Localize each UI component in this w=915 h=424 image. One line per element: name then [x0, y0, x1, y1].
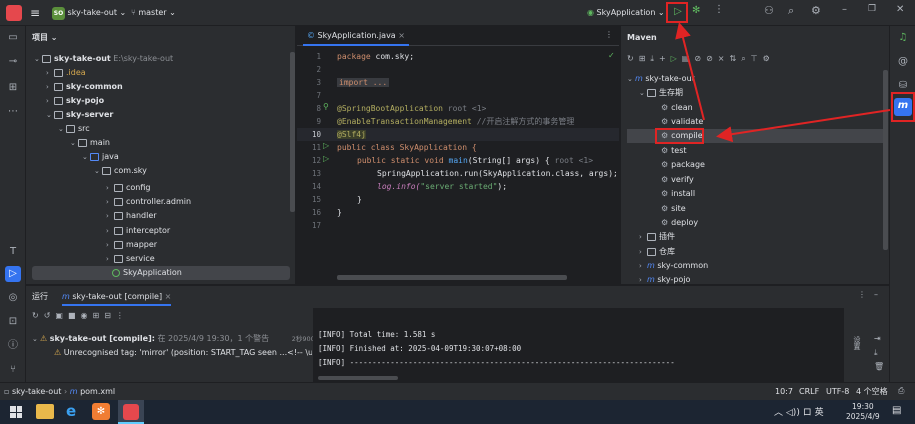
- run-toolbar: ↻↺▣■◉⊞⊟⋮: [32, 311, 129, 320]
- intellij-icon: [123, 404, 139, 420]
- more-icon[interactable]: ⋮: [116, 311, 129, 320]
- console-actions: ⇥ ⤓ 🗑: [874, 332, 884, 374]
- warning-icon: ⚠: [40, 334, 48, 343]
- input-language[interactable]: 英: [815, 408, 824, 418]
- run-warning-row[interactable]: ⚠ Unrecognised tag: 'mirror' (position: …: [54, 346, 312, 360]
- run-task-row[interactable]: ⌄ ⚠ sky-take-out [compile]: 在 2025/4/9 19…: [32, 332, 328, 346]
- console-line: [INFO] Total time: 1.581 s: [318, 330, 436, 339]
- windows-taskbar: e ✻ ︿ ◁)) ロ 英 19:30 2025/4/9 ▤: [0, 400, 915, 424]
- view-icon[interactable]: ◉: [81, 311, 93, 320]
- line-separator[interactable]: CRLF: [799, 385, 819, 399]
- ime-mode-icon[interactable]: ロ: [803, 408, 812, 418]
- run-tab-compile[interactable]: m sky-take-out [compile] ×: [62, 290, 172, 306]
- console-line: [INFO] Finished at: 2025-04-09T19:30:07+…: [318, 344, 522, 353]
- status-bar: ▫ sky-take-out › m pom.xml 10:7 CRLF UTF…: [0, 382, 915, 400]
- intellij-taskbar-item[interactable]: [118, 400, 144, 424]
- clock-date: 2025/4/9: [846, 412, 880, 421]
- tray-overflow-icon[interactable]: ︿: [774, 408, 783, 418]
- toggle-tree-icon[interactable]: ▣: [55, 311, 68, 320]
- arrow-to-run-button: [675, 22, 705, 121]
- console-line: [INFO] ---------------------------------…: [318, 358, 675, 367]
- edge-browser-icon[interactable]: e: [66, 402, 76, 420]
- clock-time: 19:30: [852, 402, 874, 411]
- caret-position[interactable]: 10:7: [775, 385, 793, 399]
- run-header: 运行 m sky-take-out [compile] × ⋮ –: [26, 286, 889, 306]
- file-explorer-icon[interactable]: [36, 404, 54, 419]
- windows-start-icon[interactable]: [10, 406, 22, 418]
- module-icon: ▫: [4, 387, 10, 396]
- scroll-end-icon[interactable]: ⤓: [874, 346, 884, 360]
- tray-icons: ︿ ◁)) ロ 英: [774, 405, 824, 418]
- console-h-scrollbar[interactable]: [318, 376, 398, 380]
- maven-module-icon: m: [62, 292, 70, 301]
- console-side-label[interactable]: 设置: [852, 336, 862, 350]
- clock[interactable]: 19:30 2025/4/9: [846, 402, 880, 422]
- arrow-to-compile: [716, 109, 891, 143]
- run-panel: 运行 m sky-take-out [compile] × ⋮ – ↻↺▣■◉⊞…: [26, 285, 889, 383]
- volume-icon[interactable]: ◁)): [786, 408, 800, 418]
- lock-icon[interactable]: ⎙: [898, 386, 904, 396]
- file-encoding[interactable]: UTF-8: [826, 385, 849, 399]
- xampp-icon[interactable]: ✻: [92, 403, 110, 420]
- rerun-failed-icon[interactable]: ↺: [44, 311, 56, 320]
- run-more-icon[interactable]: ⋮: [858, 290, 866, 299]
- notification-center-icon[interactable]: ▤: [892, 405, 901, 416]
- tab-close-icon[interactable]: ×: [165, 292, 172, 301]
- maven-file-icon: m: [69, 387, 78, 396]
- status-breadcrumb[interactable]: ▫ sky-take-out › m pom.xml: [4, 385, 115, 399]
- rerun-icon[interactable]: ↻: [32, 311, 44, 320]
- filter-icon[interactable]: ⊞: [93, 311, 105, 320]
- soft-wrap-icon[interactable]: ⇥: [874, 332, 884, 346]
- indent-setting[interactable]: 4 个空格: [856, 385, 888, 399]
- clear-console-icon[interactable]: 🗑: [874, 360, 884, 374]
- run-panel-label: 运行: [32, 292, 48, 301]
- export-icon[interactable]: ⊟: [104, 311, 116, 320]
- run-hide-icon[interactable]: –: [874, 290, 878, 299]
- warning-icon: ⚠: [54, 348, 62, 357]
- stop-icon[interactable]: ■: [68, 311, 81, 320]
